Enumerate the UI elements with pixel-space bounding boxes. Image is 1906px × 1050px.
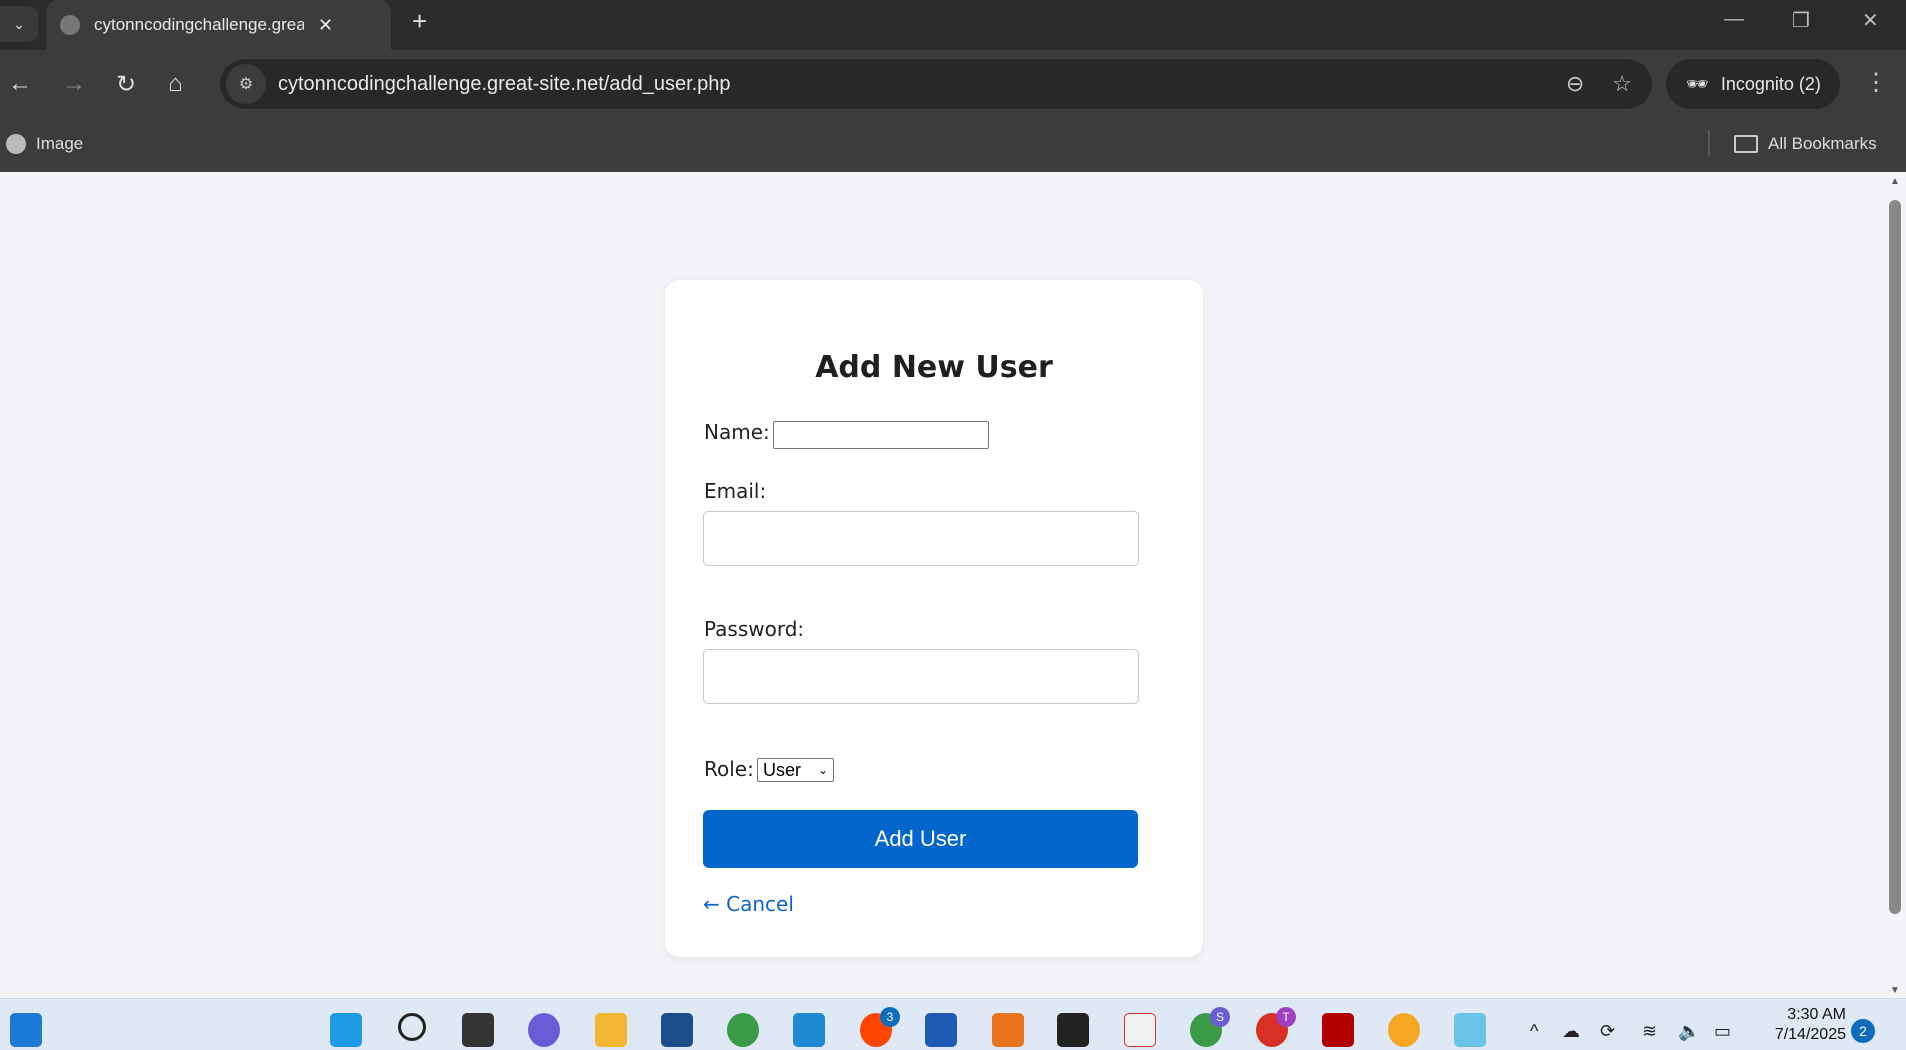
close-window-button[interactable]: ✕	[1862, 8, 1879, 33]
snipping-tool-icon[interactable]	[1124, 1013, 1156, 1047]
chrome-profile-t-icon[interactable]: T	[1256, 1007, 1296, 1047]
reload-icon[interactable]: ↻	[116, 70, 136, 99]
reddit-icon[interactable]: 3	[860, 1007, 900, 1047]
url-text[interactable]: cytonncodingchallenge.great-site.net/add…	[278, 73, 731, 96]
tab-strip: ⌄ cytonncodingchallenge.great-site.net ✕…	[0, 0, 1906, 50]
all-bookmarks-label: All Bookmarks	[1768, 134, 1877, 153]
filezilla-icon[interactable]	[1322, 1013, 1354, 1047]
taskbar: 3 S T ^ ☁ ⟳ ≋ 🔈 ▭ 3:30 AM 7/14/2025 2	[0, 998, 1906, 1050]
profile-badge: S	[1210, 1007, 1230, 1027]
name-label: Name:	[704, 420, 770, 444]
task-view-icon[interactable]	[462, 1013, 494, 1047]
battery-icon[interactable]: ▭	[1714, 1021, 1731, 1042]
chevron-down-icon: ⌄	[817, 763, 828, 777]
notification-badge[interactable]: 2	[1851, 1019, 1875, 1043]
site-info-icon[interactable]: ⚙	[226, 64, 266, 104]
wifi-icon[interactable]: ≋	[1642, 1021, 1657, 1042]
xampp-icon[interactable]	[992, 1013, 1024, 1047]
reddit-badge: 3	[880, 1007, 900, 1027]
add-user-card: Add New User Name: Email: Password: Role…	[665, 280, 1203, 957]
add-user-button[interactable]: Add User	[703, 810, 1138, 868]
name-input[interactable]	[773, 421, 989, 449]
address-bar[interactable]: ⚙ cytonncodingchallenge.great-site.net/a…	[220, 59, 1652, 109]
zoom-icon[interactable]: ⊖	[1566, 71, 1584, 97]
notepad-icon[interactable]	[1454, 1013, 1486, 1047]
word-icon[interactable]	[925, 1013, 957, 1047]
incognito-label: Incognito (2)	[1720, 73, 1821, 94]
role-select[interactable]: User ⌄	[757, 758, 834, 782]
folder-icon	[1734, 135, 1758, 153]
new-tab-button[interactable]: +	[412, 6, 427, 37]
back-icon[interactable]: ←	[8, 70, 32, 98]
menu-icon[interactable]: ⋮	[1864, 68, 1888, 97]
terminal-icon[interactable]	[1057, 1013, 1089, 1047]
vpn-icon[interactable]	[1388, 1013, 1420, 1047]
vscode-icon[interactable]	[793, 1013, 825, 1047]
close-tab-icon[interactable]: ✕	[318, 15, 333, 36]
profile-badge: T	[1276, 1007, 1296, 1027]
show-hidden-icons[interactable]: ^	[1530, 1021, 1538, 1042]
volume-icon[interactable]: 🔈	[1678, 1021, 1700, 1042]
widgets-icon[interactable]	[10, 1013, 42, 1047]
sync-icon[interactable]: ⟳	[1600, 1021, 1615, 1042]
date: 7/14/2025	[1774, 1026, 1846, 1043]
bookmark-star-icon[interactable]: ☆	[1612, 71, 1632, 97]
active-tab[interactable]: cytonncodingchallenge.great-site.net ✕	[46, 0, 391, 50]
scrollbar-thumb[interactable]	[1889, 200, 1901, 914]
file-explorer-icon[interactable]	[595, 1013, 627, 1047]
clock[interactable]: 3:30 AM 7/14/2025	[1740, 1005, 1846, 1045]
onedrive-icon[interactable]: ☁	[1562, 1021, 1580, 1042]
cancel-link[interactable]: ← Cancel	[703, 892, 794, 916]
email-label: Email:	[704, 479, 767, 503]
start-icon[interactable]	[330, 1013, 362, 1047]
store-icon[interactable]	[661, 1013, 693, 1047]
restore-button[interactable]: ❐	[1792, 8, 1810, 33]
forward-icon[interactable]: →	[62, 70, 86, 98]
chrome-profile-s-icon[interactable]: S	[1190, 1007, 1230, 1047]
bookmark-label: Image	[36, 134, 84, 153]
divider	[1708, 130, 1710, 156]
tab-title: cytonncodingchallenge.great-site.net	[94, 15, 304, 34]
bookmarks-bar: Image All Bookmarks	[0, 120, 1906, 172]
teams-icon[interactable]	[528, 1013, 560, 1047]
password-label: Password:	[704, 617, 805, 641]
home-icon[interactable]: ⌂	[168, 70, 183, 98]
chrome-icon[interactable]	[727, 1013, 759, 1047]
browser-toolbar: ← → ↻ ⌂ ⚙ cytonncodingchallenge.great-si…	[0, 50, 1906, 120]
page-title: Add New User	[815, 350, 1053, 385]
email-input[interactable]	[703, 511, 1139, 566]
bookmark-image[interactable]: Image	[6, 134, 83, 154]
globe-icon	[60, 15, 80, 35]
time: 3:30 AM	[1787, 1006, 1846, 1023]
minimize-button[interactable]: —	[1724, 8, 1744, 31]
globe-icon	[6, 134, 26, 154]
incognito-icon: 🕶	[1686, 73, 1709, 94]
search-icon[interactable]	[398, 1013, 426, 1041]
role-label: Role:	[704, 757, 754, 781]
incognito-button[interactable]: 🕶 Incognito (2)	[1666, 59, 1840, 109]
password-input[interactable]	[703, 649, 1139, 704]
tab-search-button[interactable]: ⌄	[0, 6, 38, 42]
all-bookmarks-button[interactable]: All Bookmarks	[1734, 134, 1877, 154]
role-selected-value: User	[763, 759, 802, 780]
